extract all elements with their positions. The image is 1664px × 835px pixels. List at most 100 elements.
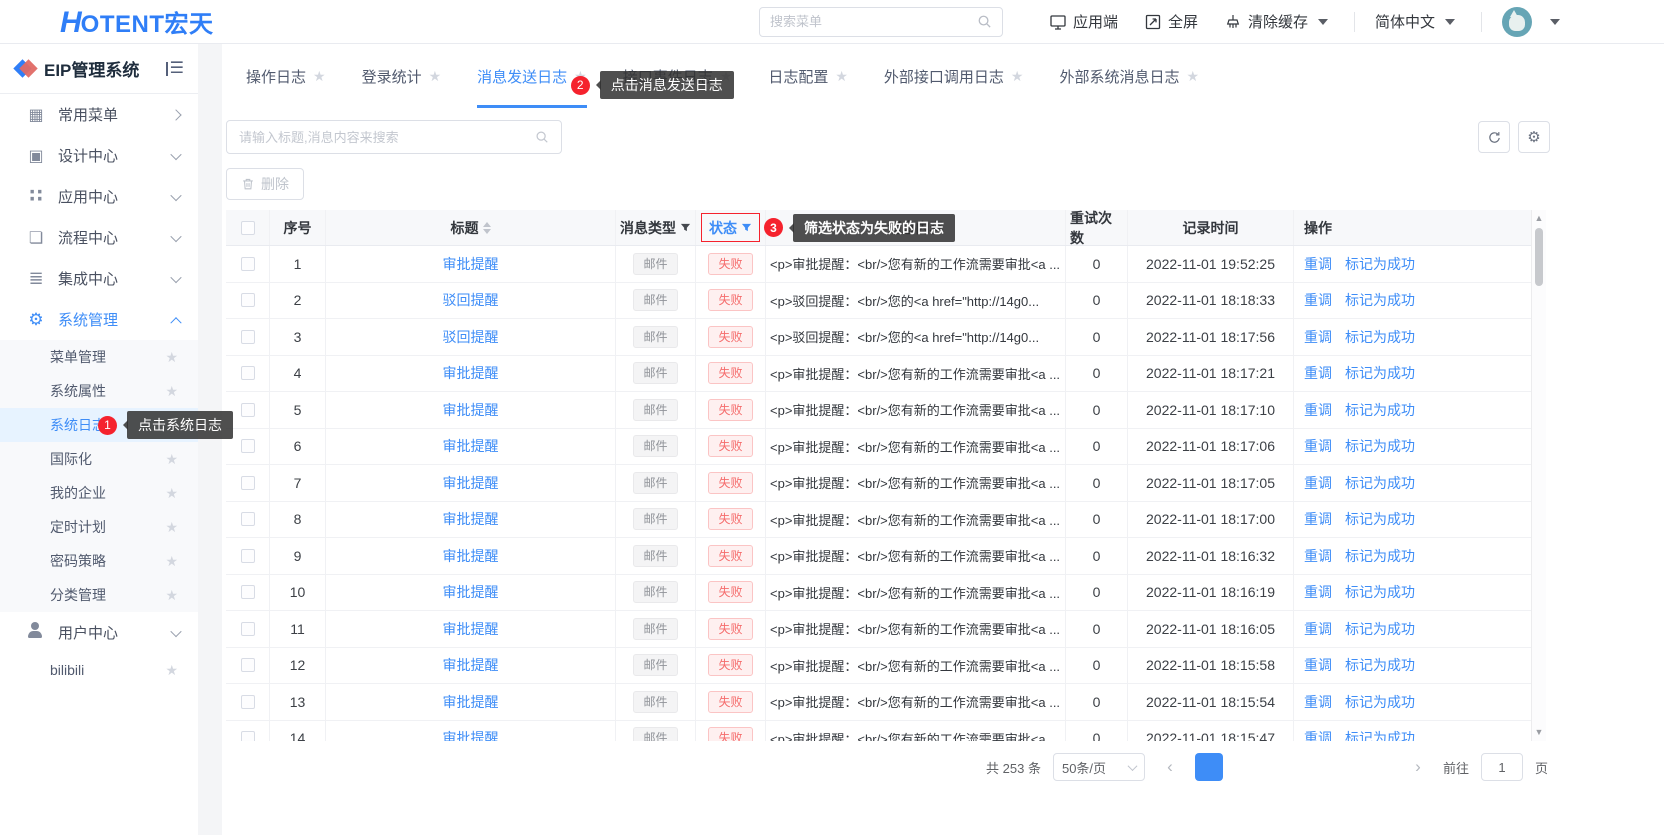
row-title-link[interactable]: 审批提醒	[443, 509, 499, 529]
sidebar-subitem[interactable]: 分类管理 ★ 1 点击系统日志	[0, 578, 198, 612]
delete-button[interactable]: 删除	[226, 168, 304, 200]
next-page-button[interactable]: ›	[1405, 753, 1431, 781]
page-number-button[interactable]	[1365, 753, 1393, 781]
row-checkbox[interactable]	[241, 622, 255, 636]
row-title-link[interactable]: 审批提醒	[443, 436, 499, 456]
row-title-link[interactable]: 审批提醒	[443, 692, 499, 712]
row-title-link[interactable]: 驳回提醒	[443, 290, 499, 310]
mark-success-link[interactable]: 标记为成功	[1336, 396, 1424, 424]
mark-success-link[interactable]: 标记为成功	[1336, 250, 1424, 278]
page-number-button[interactable]	[1263, 753, 1291, 781]
mark-success-link[interactable]: 标记为成功	[1336, 724, 1424, 741]
row-checkbox[interactable]	[241, 403, 255, 417]
row-checkbox[interactable]	[241, 293, 255, 307]
row-checkbox[interactable]	[241, 549, 255, 563]
row-checkbox[interactable]	[241, 257, 255, 271]
sidebar-group[interactable]: 应用中心	[0, 176, 198, 217]
goto-page-input[interactable]	[1481, 753, 1523, 781]
star-icon[interactable]: ★	[165, 349, 178, 366]
mark-success-link[interactable]: 标记为成功	[1336, 432, 1424, 460]
mark-success-link[interactable]: 标记为成功	[1336, 469, 1424, 497]
page-number-button[interactable]	[1297, 753, 1325, 781]
page-number-button[interactable]	[1229, 753, 1257, 781]
sidebar-subitem[interactable]: 密码策略 ★ 1 点击系统日志	[0, 544, 198, 578]
collapse-sidebar-icon[interactable]: ☰	[166, 62, 184, 76]
sidebar-group[interactable]: 流程中心	[0, 217, 198, 258]
retry-link[interactable]: 重调	[1304, 400, 1332, 420]
mark-success-link[interactable]: 标记为成功	[1336, 651, 1424, 679]
sidebar-subitem[interactable]: 我的企业 ★ 1 点击系统日志	[0, 476, 198, 510]
language-select[interactable]: 简体中文	[1375, 11, 1455, 32]
star-icon[interactable]: ★	[313, 68, 326, 85]
page-number-button[interactable]	[1331, 753, 1359, 781]
row-title-link[interactable]: 审批提醒	[443, 254, 499, 274]
star-icon[interactable]: ★	[165, 587, 178, 604]
star-icon[interactable]: ★	[429, 68, 442, 85]
sidebar-group-user[interactable]: 用户中心	[0, 612, 198, 653]
row-checkbox[interactable]	[241, 439, 255, 453]
sidebar-group-system[interactable]: 系统管理	[0, 299, 198, 340]
star-icon[interactable]: ★	[165, 553, 178, 570]
star-icon[interactable]: ★	[165, 662, 178, 679]
page-size-select[interactable]: 50条/页	[1053, 753, 1145, 781]
sidebar-subitem[interactable]: 定时计划 ★ 1 点击系统日志	[0, 510, 198, 544]
column-settings-button[interactable]: ⚙	[1518, 121, 1550, 153]
mark-success-link[interactable]: 标记为成功	[1336, 359, 1424, 387]
sidebar-group[interactable]: 集成中心	[0, 258, 198, 299]
retry-link[interactable]: 重调	[1304, 692, 1332, 712]
clear-cache-button[interactable]: 清除缓存	[1224, 11, 1328, 32]
sidebar-subitem[interactable]: 系统属性 ★ 1 点击系统日志	[0, 374, 198, 408]
prev-page-button[interactable]: ‹	[1157, 753, 1183, 781]
app-client-button[interactable]: 应用端	[1049, 11, 1118, 32]
filter-icon[interactable]	[741, 222, 752, 233]
star-icon[interactable]: ★	[165, 383, 178, 400]
retry-link[interactable]: 重调	[1304, 728, 1332, 741]
star-icon[interactable]: ★	[1186, 68, 1199, 85]
sidebar-group[interactable]: 设计中心	[0, 135, 198, 176]
table-scrollbar[interactable]: ▲ ▼	[1531, 210, 1546, 741]
retry-link[interactable]: 重调	[1304, 473, 1332, 493]
row-title-link[interactable]: 审批提醒	[443, 363, 499, 383]
retry-link[interactable]: 重调	[1304, 327, 1332, 347]
sidebar-subitem[interactable]: 菜单管理 ★ 1 点击系统日志	[0, 340, 198, 374]
user-menu[interactable]	[1502, 7, 1560, 37]
avatar[interactable]	[1502, 7, 1532, 37]
star-icon[interactable]: ★	[165, 519, 178, 536]
select-all-checkbox[interactable]	[241, 221, 255, 235]
log-tab[interactable]: 外部系统消息日志 ★ 2 点击消息发送日志	[1059, 44, 1199, 108]
menu-search-input[interactable]	[770, 14, 977, 29]
table-search-input[interactable]	[239, 130, 535, 145]
row-checkbox[interactable]	[241, 476, 255, 490]
star-icon[interactable]: ★	[165, 485, 178, 502]
mark-success-link[interactable]: 标记为成功	[1336, 323, 1424, 351]
retry-link[interactable]: 重调	[1304, 290, 1332, 310]
row-title-link[interactable]: 审批提醒	[443, 546, 499, 566]
retry-link[interactable]: 重调	[1304, 655, 1332, 675]
page-number-button[interactable]	[1195, 753, 1223, 781]
log-tab[interactable]: 消息发送日志 ★ 2 点击消息发送日志	[477, 44, 587, 108]
retry-link[interactable]: 重调	[1304, 619, 1332, 639]
retry-link[interactable]: 重调	[1304, 582, 1332, 602]
row-title-link[interactable]: 审批提醒	[443, 655, 499, 675]
scroll-up-icon[interactable]: ▲	[1535, 214, 1544, 223]
log-tab[interactable]: 操作日志 ★ 2 点击消息发送日志	[246, 44, 326, 108]
log-tab[interactable]: 登录统计 ★ 2 点击消息发送日志	[362, 44, 442, 108]
row-title-link[interactable]: 审批提醒	[443, 728, 499, 741]
row-title-link[interactable]: 审批提醒	[443, 400, 499, 420]
mark-success-link[interactable]: 标记为成功	[1336, 615, 1424, 643]
row-checkbox[interactable]	[241, 731, 255, 741]
filter-icon[interactable]	[680, 222, 691, 233]
sidebar-group[interactable]: 常用菜单	[0, 94, 198, 135]
row-title-link[interactable]: 审批提醒	[443, 619, 499, 639]
fullscreen-button[interactable]: 全屏	[1144, 11, 1198, 32]
row-checkbox[interactable]	[241, 330, 255, 344]
mark-success-link[interactable]: 标记为成功	[1336, 286, 1424, 314]
retry-link[interactable]: 重调	[1304, 509, 1332, 529]
sidebar-subitem[interactable]: bilibili ★	[0, 653, 198, 687]
star-icon[interactable]: ★	[165, 451, 178, 468]
log-tab[interactable]: 外部接口调用日志 ★ 2 点击消息发送日志	[884, 44, 1024, 108]
sidebar-subitem[interactable]: 国际化 ★ 1 点击系统日志	[0, 442, 198, 476]
row-checkbox[interactable]	[241, 585, 255, 599]
mark-success-link[interactable]: 标记为成功	[1336, 542, 1424, 570]
star-icon[interactable]: ★	[835, 68, 848, 85]
